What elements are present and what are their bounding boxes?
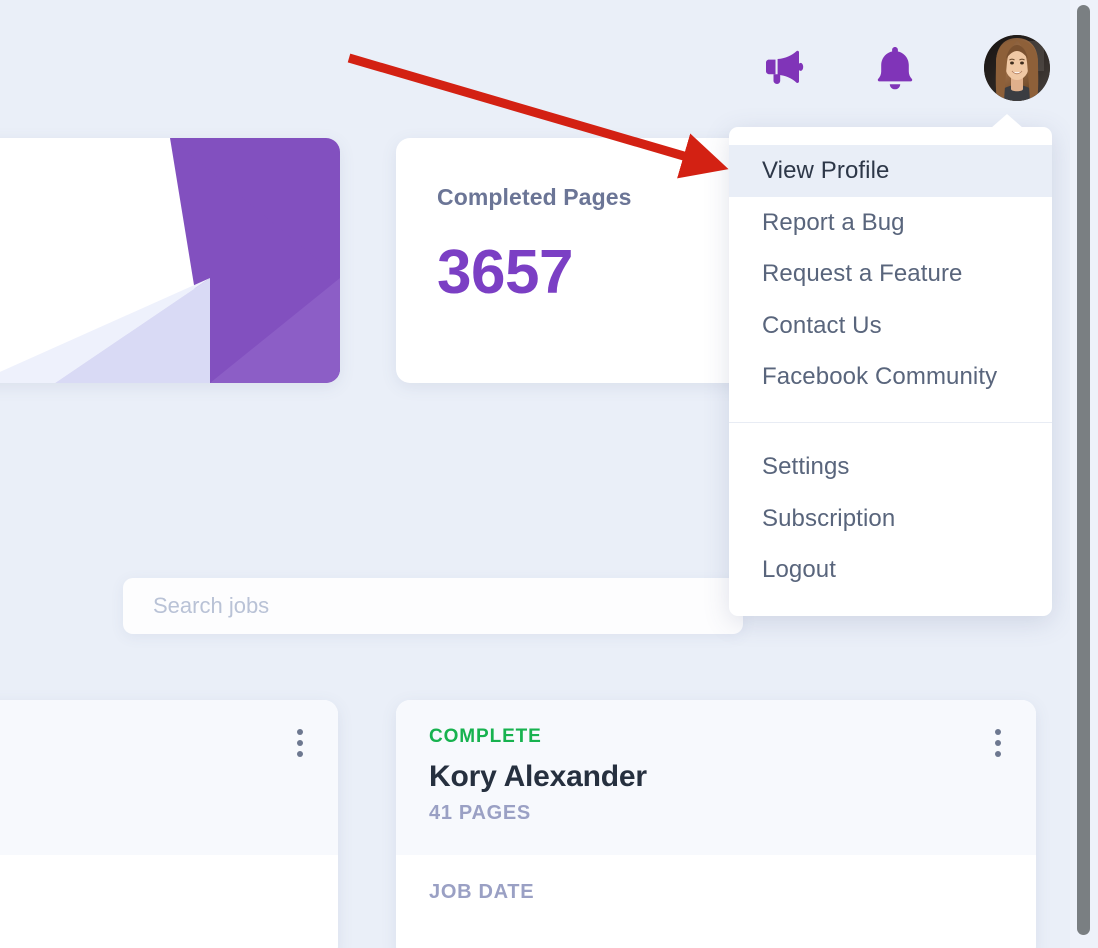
more-options-icon xyxy=(995,729,1001,735)
more-options-icon xyxy=(297,751,303,757)
more-options-button[interactable] xyxy=(289,726,311,760)
job-page-count: 41 PAGES xyxy=(429,802,531,824)
menu-item-settings[interactable]: Settings xyxy=(729,441,1052,493)
bell-icon xyxy=(877,47,913,90)
job-client-name: Kory Alexander xyxy=(429,760,647,793)
job-card-body xyxy=(0,855,338,907)
menu-item-view-profile[interactable]: View Profile xyxy=(729,145,1052,197)
dropdown-caret-icon xyxy=(991,114,1023,128)
search-bar[interactable] xyxy=(123,578,743,634)
menu-item-request-a-feature[interactable]: Request a Feature xyxy=(729,248,1052,300)
announcements-button[interactable] xyxy=(760,45,806,91)
notifications-button[interactable] xyxy=(872,45,918,91)
job-card-header xyxy=(0,700,338,855)
job-card-header: COMPLETE Kory Alexander 41 PAGES xyxy=(396,700,1036,855)
menu-item-contact-us[interactable]: Contact Us xyxy=(729,300,1052,352)
job-card[interactable]: COMPLETE Kory Alexander 41 PAGES JOB DAT… xyxy=(396,700,1036,948)
menu-item-subscription[interactable]: Subscription xyxy=(729,493,1052,545)
more-options-button[interactable] xyxy=(987,726,1009,760)
more-options-icon xyxy=(297,740,303,746)
megaphone-icon xyxy=(766,50,804,84)
status-badge: COMPLETE xyxy=(429,726,542,747)
vertical-scrollbar-thumb[interactable] xyxy=(1077,5,1090,935)
more-options-icon xyxy=(995,751,1001,757)
vertical-scrollbar-track[interactable] xyxy=(1070,0,1098,948)
purple-triangle-graphic xyxy=(0,138,340,383)
avatar xyxy=(984,35,1050,101)
menu-item-report-a-bug[interactable]: Report a Bug xyxy=(729,197,1052,249)
more-options-icon xyxy=(995,740,1001,746)
header-actions xyxy=(760,30,1050,106)
avatar-button[interactable] xyxy=(984,35,1050,101)
job-card-body: JOB DATE xyxy=(396,855,1036,930)
menu-divider xyxy=(729,421,1052,423)
menu-item-logout[interactable]: Logout xyxy=(729,544,1052,596)
chart-stat-card xyxy=(0,138,340,383)
more-options-icon xyxy=(297,729,303,735)
search-input[interactable] xyxy=(123,578,743,634)
profile-dropdown-menu: View Profile Report a Bug Request a Feat… xyxy=(729,114,1052,616)
page-viewport: Completed Pages 3657 Search jobs COMPLET… xyxy=(0,0,1070,948)
job-date-label: JOB DATE xyxy=(429,881,535,903)
menu-item-facebook-community[interactable]: Facebook Community xyxy=(729,351,1052,403)
job-card[interactable] xyxy=(0,700,338,948)
